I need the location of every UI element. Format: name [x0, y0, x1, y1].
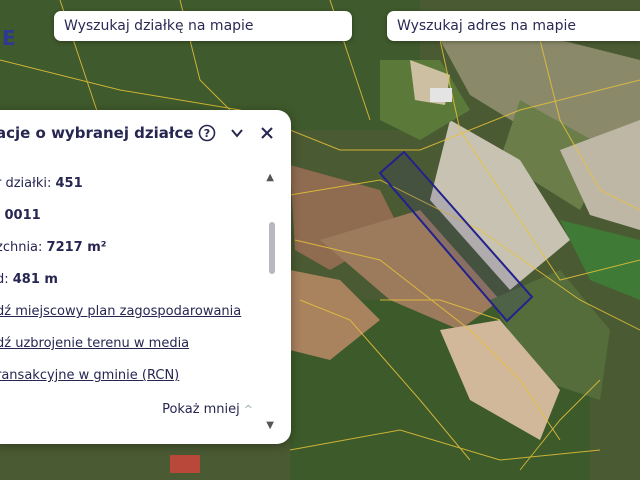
- help-icon[interactable]: ?: [197, 123, 217, 143]
- chevron-up-icon: ^: [243, 403, 253, 416]
- search-address-field[interactable]: [387, 11, 640, 41]
- search-address-input[interactable]: [397, 18, 640, 34]
- row-value: 481 m: [12, 272, 58, 287]
- scroll-down-arrow-icon[interactable]: ▼: [266, 420, 274, 431]
- row-value: 451: [55, 176, 83, 191]
- show-less-label: Pokaż mniej: [162, 402, 240, 417]
- svg-text:?: ?: [204, 127, 210, 140]
- panel-title: acje o wybranej działce: [0, 124, 194, 142]
- search-parcel-field[interactable]: [54, 11, 352, 41]
- search-parcel-input[interactable]: [64, 18, 352, 34]
- zoning-plan-link[interactable]: dź miejscowy plan zagospodarowania: [0, 304, 241, 319]
- close-icon[interactable]: [257, 123, 277, 143]
- row-label: zchnia:: [0, 240, 47, 255]
- area-row: zchnia: 7217 m²: [0, 232, 264, 264]
- transactions-rcn-link[interactable]: ransakcyjne w gminie (RCN): [0, 368, 179, 383]
- chevron-down-icon[interactable]: [227, 123, 247, 143]
- elevation-row: d: 481 m: [0, 264, 264, 296]
- utilities-link[interactable]: dź uzbrojenie terenu w media: [0, 336, 189, 351]
- row-label: r działki:: [0, 176, 56, 191]
- precinct-row: : 0011: [0, 200, 264, 232]
- parcel-number-row: r działki: 451: [0, 168, 264, 200]
- show-less-button[interactable]: Pokaż mniej ^: [162, 402, 253, 417]
- row-value: 7217 m²: [46, 240, 107, 255]
- scrollbar-thumb[interactable]: [269, 222, 275, 274]
- parcel-info-panel: acje o wybranej działce ? r działki: 451…: [0, 110, 291, 444]
- map-edge-label: E: [2, 26, 16, 50]
- row-value: 0011: [4, 208, 41, 223]
- scroll-up-arrow-icon[interactable]: ▲: [266, 172, 274, 183]
- row-label: d:: [0, 272, 9, 287]
